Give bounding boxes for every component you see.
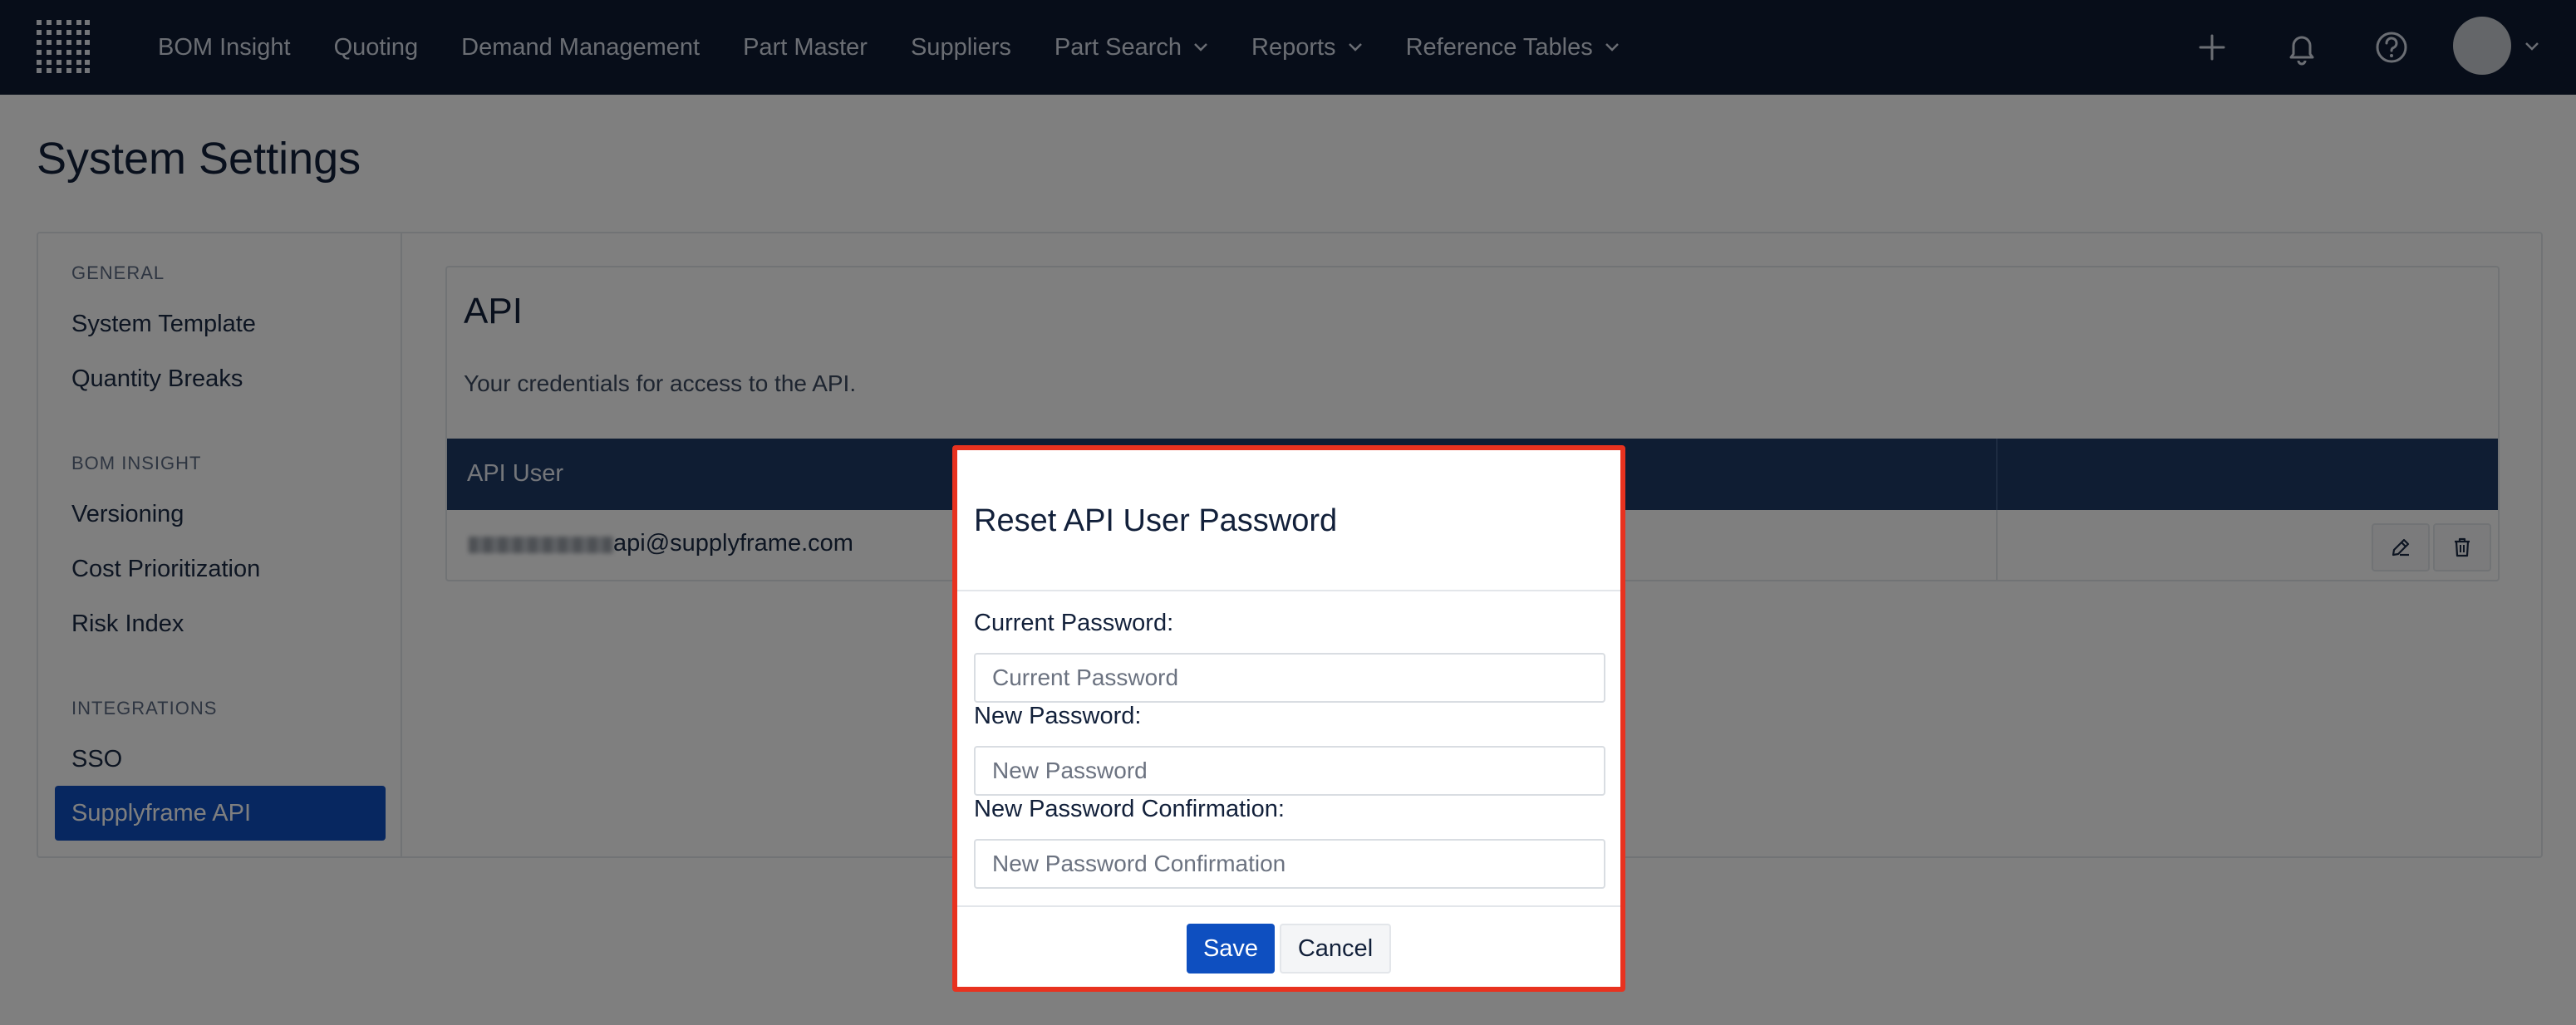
new-password-confirmation-field[interactable] bbox=[974, 839, 1605, 889]
current-password-field[interactable] bbox=[974, 653, 1605, 703]
modal-header: Reset API User Password bbox=[957, 450, 1620, 591]
new-password-field[interactable] bbox=[974, 746, 1605, 796]
cancel-button[interactable]: Cancel bbox=[1280, 924, 1391, 974]
modal-footer: Save Cancel bbox=[957, 905, 1620, 987]
save-button[interactable]: Save bbox=[1187, 924, 1275, 974]
new-password-confirmation-label: New Password Confirmation: bbox=[974, 796, 1285, 822]
new-password-label: New Password: bbox=[974, 703, 1142, 729]
current-password-label: Current Password: bbox=[974, 610, 1174, 636]
reset-password-modal: Reset API User Password Current Password… bbox=[952, 445, 1625, 992]
modal-title: Reset API User Password bbox=[974, 503, 1338, 538]
